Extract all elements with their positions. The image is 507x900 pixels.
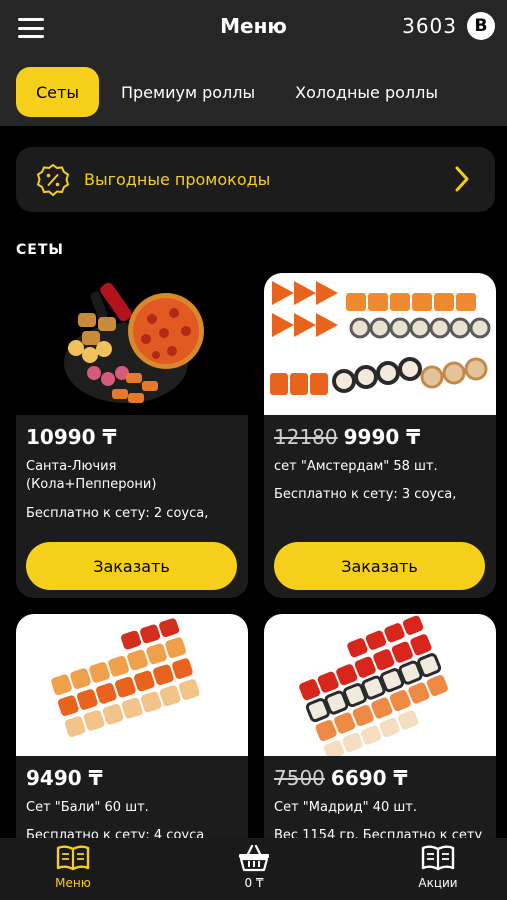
current-price: 10990 ₸ bbox=[26, 425, 117, 449]
tab-cold-rolls[interactable]: Холодные роллы bbox=[275, 67, 458, 117]
book-promos-icon bbox=[421, 845, 455, 871]
order-button[interactable]: Заказать bbox=[274, 542, 485, 590]
product-name: Санта-Лючия (Кола+Пепперони) bbox=[26, 459, 157, 492]
balance-amount: 3603 bbox=[402, 14, 457, 38]
product-card[interactable]: 12180 9990 ₸ сет "Амстердам" 58 шт. Беспл… bbox=[264, 273, 496, 598]
order-button[interactable]: Заказать bbox=[26, 542, 237, 590]
tabbar-menu-label: Меню bbox=[55, 876, 91, 890]
tabbar-promos-label: Акции bbox=[418, 876, 458, 890]
product-price: 12180 9990 ₸ bbox=[274, 425, 420, 449]
product-price: 7500 6690 ₸ bbox=[274, 766, 407, 790]
product-name: сет "Амстердам" 58 шт. bbox=[274, 459, 438, 474]
tabbar-cart[interactable]: 0 ₸ bbox=[209, 844, 299, 890]
promo-label: Выгодные промокоды bbox=[84, 170, 271, 189]
current-price: 6690 ₸ bbox=[330, 766, 408, 790]
product-card[interactable]: 10990 ₸ Санта-Лючия (Кола+Пепперони) Бес… bbox=[16, 273, 248, 598]
promo-codes-banner[interactable]: Выгодные промокоды bbox=[16, 147, 495, 212]
current-price: 9490 ₸ bbox=[26, 766, 103, 790]
top-bar: Меню 3603 B Сеты Премиум роллы Холодные … bbox=[0, 0, 507, 126]
product-name: Сет "Бали" 60 шт. bbox=[26, 800, 149, 815]
product-bonus: Бесплатно к сету: 3 соуса, bbox=[274, 487, 457, 502]
sushi-set-madrid-image bbox=[264, 614, 496, 756]
chevron-right-icon bbox=[455, 166, 469, 192]
product-card[interactable]: 7500 6690 ₸ Сет "Мадрид" 40 шт. Вес 1154 … bbox=[264, 614, 496, 854]
bottom-tab-bar: Меню 0 ₸ Акции bbox=[0, 838, 507, 900]
cart-total: 0 ₸ bbox=[244, 876, 264, 890]
sushi-set-bali-image bbox=[16, 614, 248, 756]
old-price: 12180 bbox=[274, 425, 338, 449]
sushi-set-amsterdam-image bbox=[264, 273, 496, 415]
tab-sets[interactable]: Сеты bbox=[16, 67, 99, 117]
product-name: Сет "Мадрид" 40 шт. bbox=[274, 800, 418, 815]
bonus-coin-icon: B bbox=[467, 12, 495, 40]
product-card[interactable]: 9490 ₸ Сет "Бали" 60 шт. Бесплатно к сет… bbox=[16, 614, 248, 854]
basket-icon bbox=[239, 844, 269, 872]
current-price: 9990 ₸ bbox=[343, 425, 421, 449]
product-price: 9490 ₸ bbox=[26, 766, 103, 790]
old-price: 7500 bbox=[274, 766, 325, 790]
tab-premium-rolls[interactable]: Премиум роллы bbox=[101, 67, 275, 117]
discount-badge-icon bbox=[36, 163, 70, 196]
pizza-set-image bbox=[16, 273, 248, 415]
book-menu-icon bbox=[56, 845, 90, 871]
tabbar-menu[interactable]: Меню bbox=[28, 844, 118, 890]
section-title: СЕТЫ bbox=[16, 242, 64, 258]
tabbar-promos[interactable]: Акции bbox=[393, 844, 483, 890]
product-price: 10990 ₸ bbox=[26, 425, 116, 449]
bonus-balance[interactable]: 3603 B bbox=[402, 12, 495, 40]
product-bonus: Бесплатно к сету: 2 соуса, bbox=[26, 506, 209, 521]
category-tabs: Сеты Премиум роллы Холодные роллы bbox=[16, 67, 507, 117]
